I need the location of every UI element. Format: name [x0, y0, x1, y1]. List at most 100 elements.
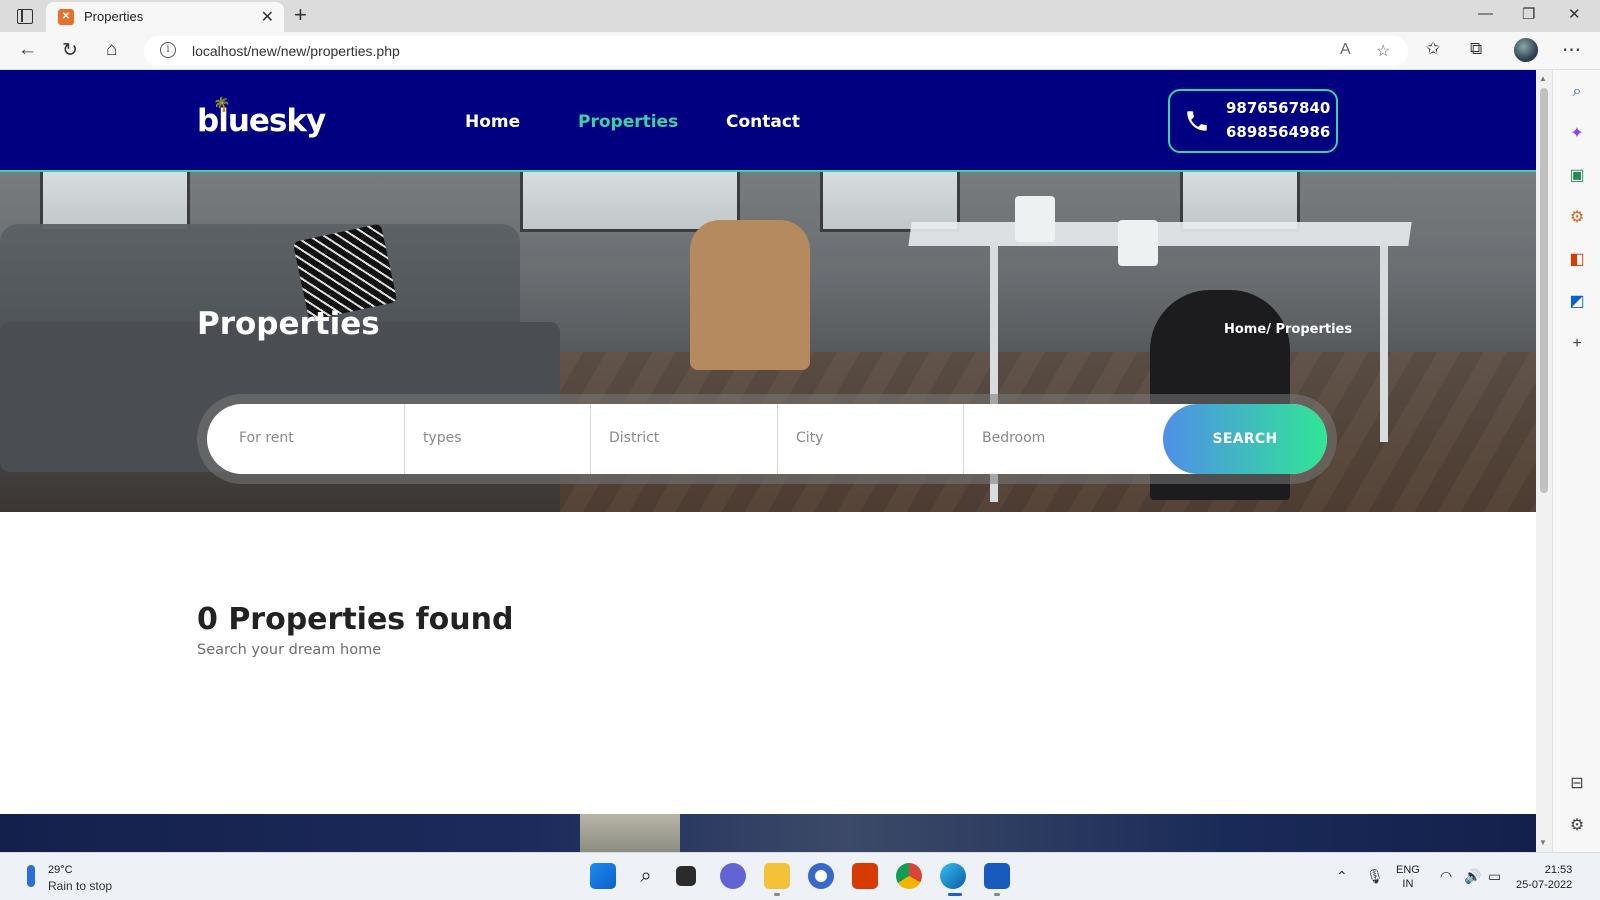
shopping-icon[interactable]: ▣	[1567, 166, 1587, 186]
page-scrollbar[interactable]: ▲ ▼	[1536, 70, 1552, 852]
weather-description[interactable]: Rain to stop	[48, 879, 112, 893]
breadcrumb-current: Properties	[1275, 322, 1353, 337]
scroll-up-icon[interactable]: ▲	[1539, 74, 1547, 83]
breadcrumb-home[interactable]: Home	[1224, 322, 1266, 337]
weather-icon[interactable]	[27, 865, 35, 887]
hero-banner: Properties Home/ Properties For rent typ…	[0, 172, 1536, 512]
page-viewport: 🌴 bluesky Home Properties Contact 987656…	[0, 70, 1536, 852]
microphone-icon[interactable]: 🎙	[1366, 868, 1384, 885]
system-clock[interactable]: 21:53 25-07-2022	[1516, 863, 1572, 893]
hero-chair-decor	[690, 220, 810, 370]
results-subtitle: Search your dream home	[197, 642, 382, 658]
nav-contact[interactable]: Contact	[726, 112, 800, 132]
results-count-heading: 0 Properties found	[197, 602, 514, 637]
home-icon[interactable]: ⌂	[106, 39, 117, 61]
search-field-bedroom-placeholder: Bedroom	[982, 430, 1046, 446]
refresh-icon[interactable]: ↻	[62, 39, 78, 62]
tools-icon[interactable]: ⚙	[1567, 208, 1587, 228]
weather-temperature[interactable]: 29°C	[48, 864, 73, 876]
running-indicator	[994, 893, 1000, 896]
profile-avatar[interactable]	[1514, 38, 1538, 62]
site-info-icon[interactable]: i	[160, 42, 176, 58]
word-icon[interactable]	[984, 863, 1010, 889]
search-field-rent[interactable]: For rent	[207, 404, 405, 474]
breadcrumb: Home/ Properties	[1224, 322, 1352, 337]
search-field-types-placeholder: types	[423, 430, 462, 446]
clock-time: 21:53	[1544, 864, 1573, 876]
search-field-district-placeholder: District	[609, 430, 660, 446]
nav-properties[interactable]: Properties	[578, 112, 678, 132]
language-code: ENG	[1396, 864, 1420, 876]
address-bar[interactable]: i localhost/new/new/properties.php A ☆	[144, 36, 1408, 66]
minimize-icon[interactable]: —	[1478, 5, 1493, 22]
browser-toolbar: ← ↻ ⌂ i localhost/new/new/properties.php…	[0, 32, 1600, 70]
phone-icon	[1187, 111, 1207, 131]
hero-window-decor	[40, 172, 190, 232]
phone-number-1[interactable]: 9876567840	[1226, 99, 1330, 117]
hero-plant-decor	[1015, 196, 1055, 242]
back-icon[interactable]: ←	[18, 39, 37, 61]
search-bar: For rent types District City Bedroom SEA…	[207, 404, 1327, 474]
chrome-icon[interactable]	[896, 863, 922, 889]
wifi-icon[interactable]: ◠	[1440, 868, 1452, 885]
taskbar-search-icon[interactable]: ⌕	[633, 863, 659, 889]
nav-home[interactable]: Home	[465, 112, 520, 132]
collections-icon[interactable]: ⧉	[1470, 39, 1482, 59]
scroll-down-icon[interactable]: ▼	[1539, 838, 1547, 847]
task-view-icon[interactable]	[676, 866, 696, 886]
hero-table-decor	[908, 222, 1412, 246]
tab-actions-icon[interactable]	[12, 6, 36, 26]
hero-tableleg-decor	[1380, 242, 1388, 442]
hide-sidebar-icon[interactable]: ⊟	[1567, 774, 1587, 794]
xampp-favicon-icon: ✕	[58, 9, 74, 25]
close-window-icon[interactable]: ✕	[1568, 5, 1581, 23]
battery-icon[interactable]: ▭	[1488, 868, 1501, 885]
active-indicator	[948, 893, 962, 896]
outlook-icon[interactable]: ◩	[1567, 292, 1587, 312]
search-field-city[interactable]: City	[778, 404, 964, 474]
discover-icon[interactable]: ✦	[1567, 124, 1587, 144]
new-tab-icon[interactable]: +	[294, 2, 307, 28]
cortana-icon[interactable]	[808, 863, 834, 889]
search-field-bedroom[interactable]: Bedroom	[964, 404, 1163, 474]
palm-tree-icon: 🌴	[213, 97, 230, 113]
favorites-icon[interactable]: ✩	[1426, 39, 1440, 59]
volume-icon[interactable]: 🔊	[1464, 868, 1481, 885]
scroll-thumb[interactable]	[1540, 88, 1548, 493]
search-field-types[interactable]: types	[405, 404, 591, 474]
url-text[interactable]: localhost/new/new/properties.php	[192, 43, 400, 59]
read-aloud-icon[interactable]: A	[1340, 41, 1351, 59]
search-icon[interactable]: ⌕	[1567, 82, 1587, 102]
more-options-icon[interactable]: ⋯	[1562, 39, 1581, 62]
add-sidebar-app-icon[interactable]: +	[1567, 334, 1587, 354]
footer-banner	[0, 814, 1536, 852]
search-button[interactable]: SEARCH	[1163, 404, 1327, 474]
tab-title: Properties	[84, 9, 144, 24]
office-icon[interactable]: ◧	[1567, 250, 1587, 270]
edge-sidebar: ⌕ ✦ ▣ ⚙ ◧ ◩ + ⊟ ⚙	[1552, 70, 1600, 852]
browser-tab-properties[interactable]: ✕ Properties ✕	[46, 2, 284, 32]
show-hidden-icons-icon[interactable]: ⌃	[1336, 868, 1348, 885]
phone-contact-box[interactable]: 9876567840 6898564986	[1168, 89, 1338, 153]
clock-date: 25-07-2022	[1516, 879, 1573, 891]
file-explorer-icon[interactable]	[764, 863, 790, 889]
search-field-rent-placeholder: For rent	[239, 430, 294, 446]
edge-icon[interactable]	[940, 863, 966, 889]
sidebar-settings-icon[interactable]: ⚙	[1567, 816, 1587, 836]
footer-decor	[580, 814, 680, 852]
site-logo[interactable]: 🌴 bluesky	[197, 97, 326, 139]
search-field-district[interactable]: District	[591, 404, 778, 474]
search-field-city-placeholder: City	[796, 430, 824, 446]
tab-close-icon[interactable]: ✕	[261, 7, 274, 27]
office-app-icon[interactable]	[852, 863, 878, 889]
teams-chat-icon[interactable]	[720, 863, 746, 889]
hero-plant-decor	[1118, 220, 1158, 266]
running-indicator	[774, 893, 780, 896]
phone-number-2[interactable]: 6898564986	[1226, 123, 1330, 141]
browser-tab-strip: ✕ Properties ✕ + — ❐ ✕	[0, 0, 1600, 32]
language-indicator[interactable]: ENG IN	[1396, 863, 1420, 891]
add-favorite-icon[interactable]: ☆	[1376, 41, 1390, 61]
start-icon[interactable]	[590, 863, 616, 889]
site-header: 🌴 bluesky Home Properties Contact 987656…	[0, 70, 1536, 172]
restore-icon[interactable]: ❐	[1522, 5, 1535, 23]
